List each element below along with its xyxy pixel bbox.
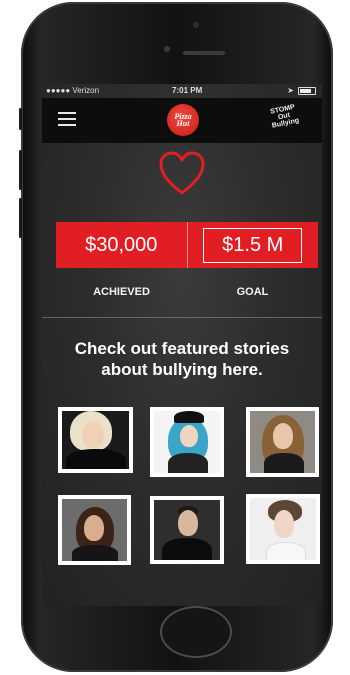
hamburger-icon[interactable] xyxy=(58,112,76,126)
mute-switch[interactable] xyxy=(19,108,22,130)
achieved-amount: $30,000 xyxy=(85,233,158,256)
achieved-label: ACHIEVED xyxy=(93,286,150,298)
story-thumbnail-5[interactable] xyxy=(150,496,224,564)
goal-label: GOAL xyxy=(236,286,269,298)
location-icon: ➤ xyxy=(287,86,294,95)
carrier-label: ●●●●● Verizon xyxy=(46,86,100,95)
clock: 7:01 PM xyxy=(172,86,203,95)
story-thumbnail-1[interactable] xyxy=(58,407,133,473)
story-photo xyxy=(154,500,220,560)
story-photo xyxy=(250,498,316,560)
story-thumbnail-4[interactable] xyxy=(58,495,131,565)
battery-icon xyxy=(298,86,316,95)
story-thumbnail-6[interactable] xyxy=(246,494,320,564)
story-photo xyxy=(62,499,127,561)
story-thumbnail-3[interactable] xyxy=(246,407,319,477)
donation-stats-bar: $30,000 $1.5 M xyxy=(56,222,318,268)
home-button[interactable] xyxy=(160,606,232,658)
volume-down-button[interactable] xyxy=(19,198,22,238)
app-header: Pizza Hut STOMP Out Bullying xyxy=(42,98,322,143)
goal-cell: $1.5 M xyxy=(188,222,319,268)
earpiece-speaker xyxy=(183,51,225,55)
story-photo xyxy=(154,411,220,473)
heart-outline-icon[interactable] xyxy=(158,150,206,196)
phone-top-dot xyxy=(193,22,199,28)
logo-text-line: Hut xyxy=(176,119,190,128)
logo-text-line: Bullying xyxy=(271,117,300,130)
heading-line-2: about bullying here. xyxy=(101,360,263,379)
pizza-hut-logo[interactable]: Pizza Hut xyxy=(167,104,199,136)
front-camera xyxy=(164,46,170,52)
status-icons: ➤ xyxy=(287,86,316,95)
heading-line-1: Check out featured stories xyxy=(74,339,290,358)
stats-labels: ACHIEVED GOAL xyxy=(56,286,318,298)
app-screen: ●●●●● Verizon 7:01 PM ➤ Pizza Hut STOMP … xyxy=(42,84,322,606)
story-photo xyxy=(62,411,129,469)
status-bar: ●●●●● Verizon 7:01 PM ➤ xyxy=(42,84,322,98)
goal-amount: $1.5 M xyxy=(203,227,303,263)
stats-divider xyxy=(186,222,188,268)
stomp-out-bullying-logo[interactable]: STOMP Out Bullying xyxy=(257,101,312,141)
story-photo xyxy=(250,411,315,473)
volume-up-button[interactable] xyxy=(19,150,22,190)
story-thumbnail-2[interactable] xyxy=(150,407,224,477)
featured-stories-heading: Check out featured stories about bullyin… xyxy=(42,338,322,380)
section-divider xyxy=(42,317,322,318)
